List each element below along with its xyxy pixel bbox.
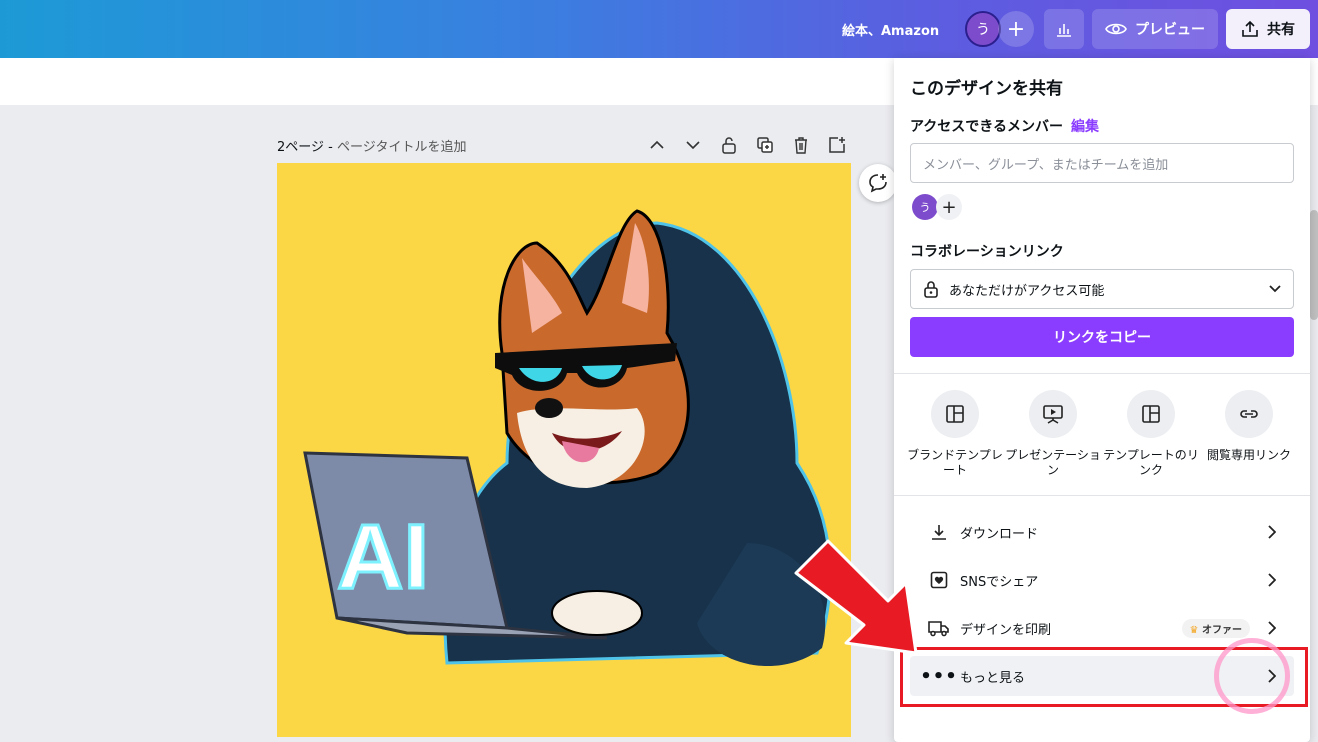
brand-template-label: ブランドテンプレート bbox=[907, 448, 1003, 477]
share-panel-title: このデザインを共有 bbox=[910, 79, 1063, 99]
chevron-right-icon bbox=[1268, 525, 1276, 539]
crown-icon: ♛ bbox=[1189, 624, 1199, 636]
members-label: アクセスできるメンバー bbox=[910, 119, 1064, 135]
chevron-down-icon bbox=[1269, 285, 1281, 293]
template-link-label: テンプレートのリンク bbox=[1103, 448, 1199, 477]
share-label: 共有 bbox=[1267, 22, 1295, 38]
download-label: ダウンロード bbox=[960, 526, 1039, 542]
page-number: 2ページ - bbox=[277, 140, 337, 155]
add-comment-button[interactable] bbox=[859, 164, 897, 202]
template-icon bbox=[946, 405, 964, 423]
members-heading: アクセスできるメンバー 編集 bbox=[910, 116, 1099, 136]
red-arrow-annotation bbox=[794, 539, 918, 655]
unlock-icon bbox=[722, 137, 736, 154]
presentation-option[interactable]: プレゼンテーション bbox=[1004, 390, 1102, 478]
presentation-icon bbox=[1043, 405, 1063, 424]
template-link-icon bbox=[1142, 405, 1160, 423]
add-collaborator-button[interactable]: + bbox=[998, 11, 1034, 47]
chevron-down-icon bbox=[686, 141, 700, 150]
eye-icon bbox=[1105, 23, 1127, 35]
shiba-hacker-illustration: AI bbox=[303, 209, 832, 667]
laptop-ai-text: AI bbox=[337, 506, 429, 608]
social-share-row[interactable]: SNSでシェア bbox=[910, 560, 1294, 600]
access-level-value: あなただけがアクセス可能 bbox=[949, 283, 1105, 299]
bar-chart-icon bbox=[1057, 24, 1071, 37]
print-design-label: デザインを印刷 bbox=[960, 622, 1052, 638]
share-button[interactable]: 共有 bbox=[1226, 9, 1310, 49]
page-header: 2ページ - ページタイトルを追加 bbox=[277, 136, 466, 155]
download-icon bbox=[932, 525, 946, 540]
panel-scrollbar[interactable] bbox=[1310, 210, 1318, 320]
preview-label: プレビュー bbox=[1135, 22, 1205, 38]
click-indicator bbox=[1214, 638, 1290, 714]
delete-page-button[interactable] bbox=[790, 134, 812, 156]
chevron-right-icon bbox=[1268, 621, 1276, 635]
add-page-icon bbox=[829, 137, 845, 153]
copy-link-button[interactable]: リンクをコピー bbox=[910, 317, 1294, 357]
view-only-link-option[interactable]: 閲覧専用リンク bbox=[1200, 390, 1298, 463]
member-avatar[interactable]: う bbox=[912, 194, 938, 220]
offer-badge-label: オファー bbox=[1202, 624, 1242, 636]
lock-icon bbox=[924, 281, 938, 298]
chevron-up-icon bbox=[650, 140, 664, 149]
move-up-button[interactable] bbox=[646, 134, 668, 156]
link-icon bbox=[1240, 410, 1258, 418]
duplicate-icon bbox=[757, 137, 773, 153]
template-link-option[interactable]: テンプレートのリンク bbox=[1102, 390, 1200, 478]
truck-icon bbox=[928, 621, 949, 637]
offer-badge: ♛ オファー bbox=[1181, 618, 1250, 638]
duplicate-page-button[interactable] bbox=[754, 134, 776, 156]
heart-icon bbox=[930, 571, 948, 589]
upload-icon bbox=[1242, 20, 1258, 37]
access-level-select[interactable]: あなただけがアクセス可能 bbox=[910, 269, 1294, 309]
preview-button[interactable]: プレビュー bbox=[1092, 9, 1218, 49]
top-toolbar: 絵本、Amazon う + プレビュー 共有 bbox=[0, 0, 1318, 58]
view-only-link-label: 閲覧専用リンク bbox=[1206, 448, 1291, 462]
divider bbox=[894, 373, 1310, 374]
insights-button[interactable] bbox=[1044, 9, 1084, 49]
comment-plus-icon bbox=[869, 174, 887, 193]
presentation-label: プレゼンテーション bbox=[1005, 448, 1101, 477]
page-tools bbox=[646, 134, 848, 156]
download-row[interactable]: ダウンロード bbox=[910, 512, 1294, 552]
lock-page-button[interactable] bbox=[718, 134, 740, 156]
social-share-label: SNSでシェア bbox=[960, 574, 1039, 590]
chevron-right-icon bbox=[1268, 573, 1276, 587]
edit-members-link[interactable]: 編集 bbox=[1071, 119, 1099, 135]
page-title-input[interactable]: ページタイトルを追加 bbox=[337, 140, 466, 155]
design-canvas[interactable]: AI bbox=[277, 163, 851, 737]
move-down-button[interactable] bbox=[682, 134, 704, 156]
add-page-button[interactable] bbox=[826, 134, 848, 156]
add-member-button[interactable]: + bbox=[936, 194, 962, 220]
divider bbox=[894, 495, 1310, 496]
user-avatar[interactable]: う bbox=[965, 11, 1001, 47]
add-member-input[interactable]: メンバー、グループ、またはチームを追加 bbox=[910, 143, 1294, 183]
trash-icon bbox=[795, 137, 807, 154]
brand-template-option[interactable]: ブランドテンプレート bbox=[906, 390, 1004, 478]
collab-link-label: コラボレーションリンク bbox=[910, 244, 1064, 260]
document-title[interactable]: 絵本、Amazon bbox=[842, 20, 939, 39]
